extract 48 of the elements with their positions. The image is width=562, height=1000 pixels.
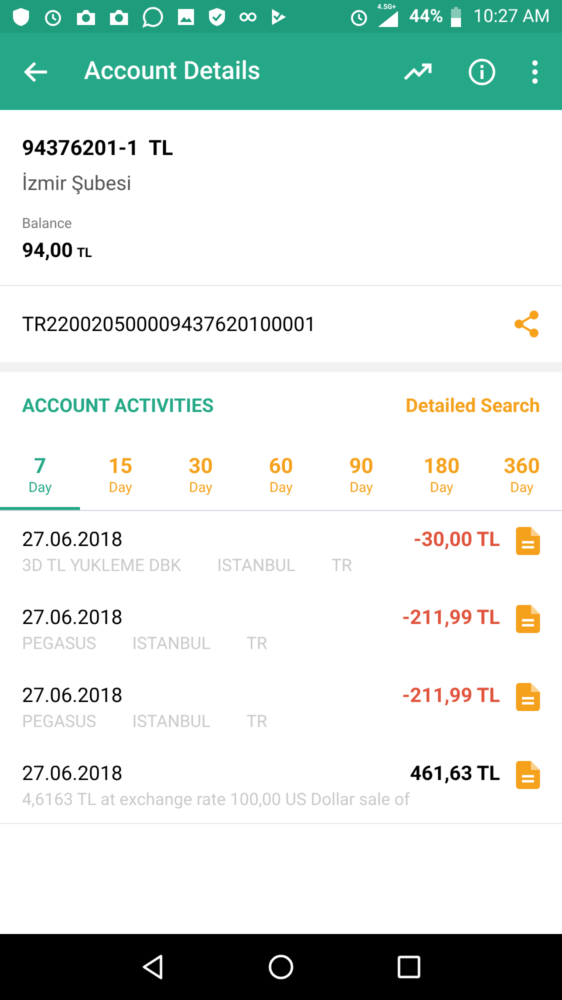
transaction-amount: 461,63 TL — [410, 761, 500, 786]
period-tab[interactable]: 360 Day — [482, 442, 562, 510]
transaction-date: 27.06.2018 — [22, 761, 124, 786]
iban-number: TR220020500009437620100001 — [22, 310, 316, 338]
transaction-date: 27.06.2018 — [22, 605, 124, 630]
transaction-amount: -30,00 TL — [414, 527, 500, 552]
document-icon[interactable] — [516, 605, 540, 634]
account-number: 94376201-1 TL — [22, 136, 174, 163]
share-icon[interactable] — [514, 310, 540, 338]
transaction-date: 27.06.2018 — [22, 683, 124, 708]
period-tab[interactable]: 7 Day — [0, 442, 80, 510]
infinity-icon — [239, 10, 257, 22]
balance-currency: TL — [76, 244, 92, 262]
transaction-amount: -211,99 TL — [402, 683, 500, 708]
balance-amount: 94,00 — [22, 236, 73, 264]
balance-label: Balance — [22, 214, 73, 234]
back-arrow-icon[interactable] — [24, 60, 48, 82]
period-tab[interactable]: 15 Day — [80, 442, 161, 510]
period-tab[interactable]: 90 Day — [321, 442, 402, 510]
shield-check-icon — [208, 6, 226, 26]
trending-up-icon[interactable] — [404, 62, 432, 80]
section-title: ACCOUNT ACTIVITIES — [22, 393, 214, 420]
branch-name: İzmir Şubesi — [22, 170, 132, 196]
shield-icon — [12, 6, 30, 26]
image-icon — [177, 8, 195, 26]
clock-time: 10:27 AM — [473, 5, 550, 29]
home-icon[interactable] — [268, 954, 294, 980]
info-icon[interactable] — [468, 58, 496, 86]
back-icon[interactable] — [141, 954, 166, 980]
document-icon[interactable] — [516, 683, 540, 712]
check-flag-icon — [270, 6, 288, 26]
more-options-icon[interactable] — [532, 60, 538, 84]
signal-icon — [377, 10, 400, 28]
transaction-amount: -211,99 TL — [402, 605, 500, 630]
transaction-date: 27.06.2018 — [22, 527, 124, 552]
camera-icon — [109, 8, 129, 26]
document-icon[interactable] — [516, 527, 540, 556]
period-tab[interactable]: 30 Day — [160, 442, 241, 510]
document-icon[interactable] — [516, 761, 540, 790]
period-tab[interactable]: 180 Day — [401, 442, 482, 510]
battery-icon — [451, 6, 462, 26]
camera-icon — [76, 8, 96, 26]
screen-title: Account Details — [84, 56, 260, 88]
battery-percentage: 44% — [409, 5, 444, 29]
recent-apps-icon[interactable] — [396, 955, 421, 979]
detailed-search-link[interactable]: Detailed Search — [406, 392, 540, 421]
period-tab[interactable]: 60 Day — [240, 442, 322, 510]
chat-bubble-icon — [142, 6, 164, 28]
